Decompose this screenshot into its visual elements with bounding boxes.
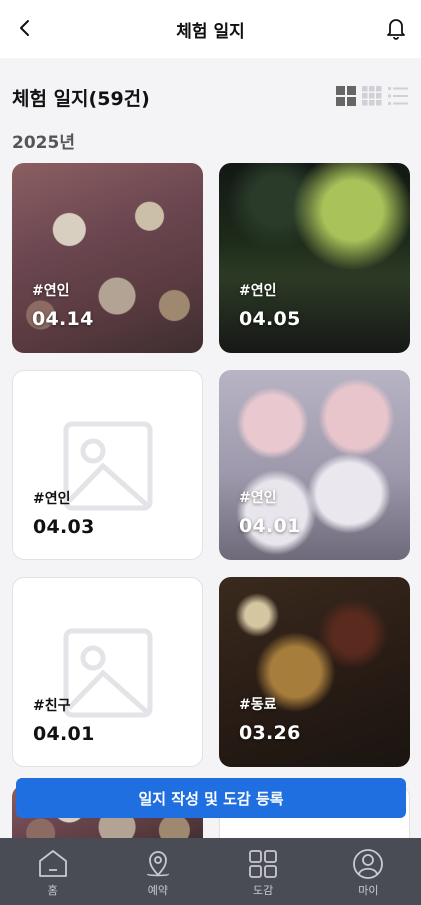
section-title: 체험 일지(59건) bbox=[12, 88, 150, 110]
home-icon bbox=[38, 850, 67, 877]
user-icon bbox=[353, 849, 384, 879]
view-toggle-group bbox=[335, 85, 409, 107]
tab-label: 홈 bbox=[47, 884, 58, 897]
tab-home[interactable]: 홈 bbox=[0, 838, 105, 905]
image-placeholder-icon bbox=[63, 628, 153, 718]
tab-collection[interactable]: 도감 bbox=[211, 838, 316, 905]
tab-label: 마이 bbox=[358, 884, 379, 897]
diary-card[interactable]: #동료 03.26 bbox=[219, 577, 410, 767]
card-tag: #연인 bbox=[239, 283, 277, 299]
image-placeholder-icon bbox=[63, 421, 153, 511]
grid-icon bbox=[249, 850, 278, 878]
card-date: 03.26 bbox=[239, 722, 301, 744]
card-date: 04.14 bbox=[32, 308, 94, 330]
diary-card[interactable]: #친구 04.01 bbox=[12, 577, 203, 767]
card-tag: #연인 bbox=[33, 491, 71, 507]
card-date: 04.01 bbox=[239, 515, 301, 537]
bell-icon[interactable] bbox=[383, 15, 409, 41]
diary-card[interactable]: #연인 04.01 bbox=[219, 370, 410, 560]
page-title: 체험 일지 bbox=[176, 21, 245, 42]
list-view-icon[interactable] bbox=[387, 85, 409, 107]
card-date: 04.03 bbox=[33, 516, 95, 538]
card-date: 04.05 bbox=[239, 308, 301, 330]
tab-label: 도감 bbox=[253, 884, 274, 897]
card-tag: #연인 bbox=[32, 283, 70, 299]
small-grid-view-icon[interactable] bbox=[361, 85, 383, 107]
card-tag: #친구 bbox=[33, 698, 71, 714]
large-grid-view-icon[interactable] bbox=[335, 85, 357, 107]
year-heading: 2025년 bbox=[12, 133, 75, 153]
diary-card[interactable]: #연인 04.05 bbox=[219, 163, 410, 353]
bottom-tab-bar: 홈 예약 도감 마이 bbox=[0, 838, 421, 905]
tab-reservation[interactable]: 예약 bbox=[105, 838, 210, 905]
map-pin-icon bbox=[147, 851, 169, 877]
diary-card[interactable]: #연인 04.14 bbox=[12, 163, 203, 353]
tab-my[interactable]: 마이 bbox=[316, 838, 421, 905]
card-tag: #연인 bbox=[239, 490, 277, 506]
card-tag: #동료 bbox=[239, 697, 277, 713]
tab-label: 예약 bbox=[147, 884, 168, 897]
app-header: 체험 일지 bbox=[0, 0, 421, 58]
card-date: 04.01 bbox=[33, 723, 95, 745]
back-arrow-icon[interactable] bbox=[14, 17, 36, 39]
diary-card[interactable]: #연인 04.03 bbox=[12, 370, 203, 560]
write-diary-button[interactable]: 일지 작성 및 도감 등록 bbox=[16, 778, 406, 818]
